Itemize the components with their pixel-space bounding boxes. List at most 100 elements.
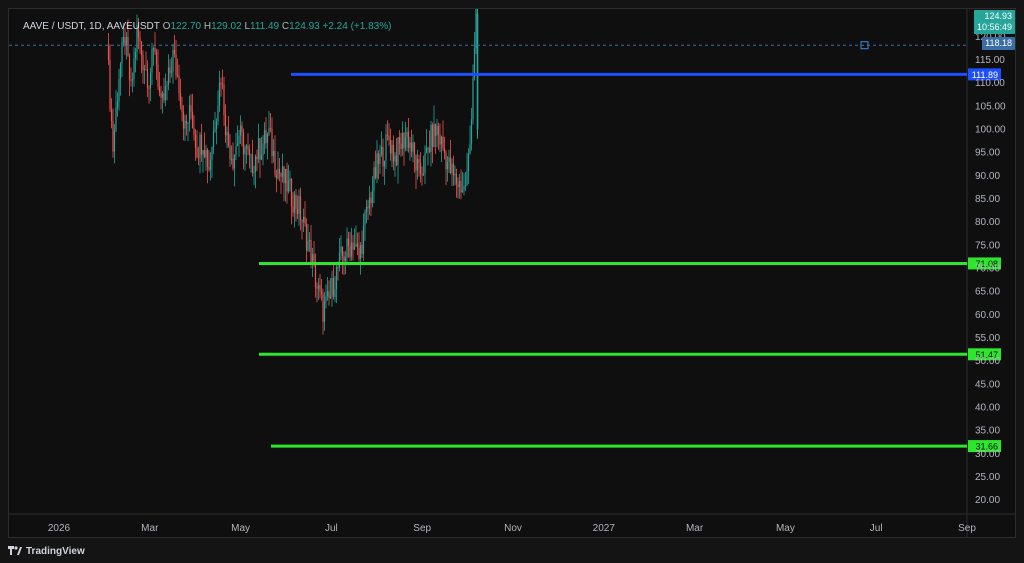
candle-body [227, 132, 230, 146]
candle-body [116, 101, 119, 108]
candle-body [350, 242, 353, 258]
candle-body [109, 59, 111, 110]
candle-body [193, 127, 195, 135]
candle-body [431, 125, 434, 148]
candle-body [224, 115, 227, 136]
candle-body [448, 157, 450, 162]
candle-body [323, 301, 326, 322]
price-tick-label: 25.00 [975, 472, 1000, 483]
candle-body [464, 185, 467, 187]
candle-body [401, 132, 404, 149]
price-tick-label: 35.00 [975, 426, 1000, 437]
candle-body [154, 47, 156, 53]
candle-body [230, 158, 233, 160]
candle-body [265, 130, 267, 144]
candle-body [161, 93, 164, 98]
candle-body [314, 261, 317, 288]
candle-body [157, 64, 159, 87]
candle-body [169, 67, 171, 73]
candle-body [406, 131, 408, 138]
candle-body [166, 85, 168, 87]
candle-body [424, 153, 426, 174]
candlestick-chart[interactable]: 111.8971.0851.4731.66 120.00115.00110.00… [9, 9, 1015, 537]
price-tick-label: 115.00 [975, 55, 1005, 66]
candle-body [397, 137, 399, 166]
candle-body [140, 41, 143, 56]
candle-body [269, 128, 272, 130]
candle-body [391, 144, 393, 154]
candle-body [370, 197, 372, 204]
candle-body [295, 194, 297, 209]
time-tick-label: Sep [413, 523, 431, 534]
price-tick-label: 100.00 [975, 124, 1006, 135]
candle-body [118, 78, 120, 102]
tradingview-logo-icon[interactable] [8, 546, 22, 556]
candle-body [244, 147, 246, 155]
candle-body [293, 194, 296, 213]
candle-body [115, 107, 117, 131]
candle-body [251, 154, 254, 173]
candle-body [472, 77, 474, 120]
candle-body [382, 146, 384, 167]
candle-body [247, 146, 249, 150]
horizontal-lines[interactable]: 111.8971.0851.4731.66 [259, 68, 1001, 453]
time-axis[interactable]: 2026 Mar May Jul Sep Nov 2027 Mar May Jul Sep [48, 523, 976, 534]
candle-body [332, 278, 335, 297]
candle-body [287, 181, 290, 192]
candle-body [221, 83, 224, 85]
candle-body [259, 138, 261, 160]
candles [107, 9, 479, 335]
candle-body [128, 55, 131, 81]
candle-body [107, 46, 110, 60]
candle-body [158, 86, 161, 93]
candle-body [446, 161, 449, 170]
candle-body [377, 153, 380, 165]
candle-body [239, 125, 242, 136]
candle-body [322, 294, 324, 322]
crosshair-price-badge: 118.18 [982, 37, 1015, 50]
candle-body [164, 86, 167, 101]
candle-body [329, 295, 332, 299]
candle-body [178, 75, 180, 94]
candle-body [217, 105, 219, 122]
footer: TradingView [8, 542, 85, 560]
candle-body [212, 131, 215, 148]
candle-body [233, 154, 236, 169]
candle-body [341, 246, 344, 257]
candle-body [307, 241, 309, 251]
time-tick-label: Mar [686, 523, 704, 534]
brand-name[interactable]: TradingView [26, 546, 85, 557]
price-tick-label: 110.00 [975, 78, 1005, 89]
candle-body [371, 190, 374, 204]
candle-body [263, 130, 266, 144]
change-value: +2.24 (+1.83%) [322, 21, 392, 32]
candle-body [316, 287, 318, 289]
candle-body [289, 178, 291, 182]
candle-body [248, 149, 251, 155]
candle-body [266, 134, 269, 144]
candle-body [133, 58, 135, 80]
price-axis[interactable]: 120.00115.00110.00105.00100.0095.0090.00… [975, 32, 1006, 506]
price-tick-label: 55.00 [975, 333, 1000, 344]
candle-body [403, 132, 405, 149]
candle-body [185, 120, 188, 124]
candle-body [356, 243, 359, 248]
symbol-legend: AAVE / USDT, 1D, AAVEUSDT O 122.70 H 129… [23, 21, 391, 35]
candle-body [182, 111, 185, 129]
candle-body [430, 125, 432, 153]
candle-body [125, 36, 128, 46]
price-tick-label: 20.00 [975, 495, 1000, 506]
candle-body [121, 42, 123, 64]
candle-body [142, 55, 144, 71]
candle-body [362, 225, 365, 254]
candle-body [344, 256, 347, 262]
chart-frame[interactable]: 111.8971.0851.4731.66 120.00115.00110.00… [8, 8, 1016, 538]
candle-body [214, 129, 216, 132]
price-tick-label: 95.00 [975, 148, 1000, 159]
candle-body [466, 171, 468, 186]
price-tick-label: 70.00 [975, 263, 1000, 274]
candle-body [428, 147, 431, 153]
time-tick-label: Jul [870, 523, 883, 534]
candle-body [359, 245, 362, 260]
candle-body [290, 178, 293, 207]
